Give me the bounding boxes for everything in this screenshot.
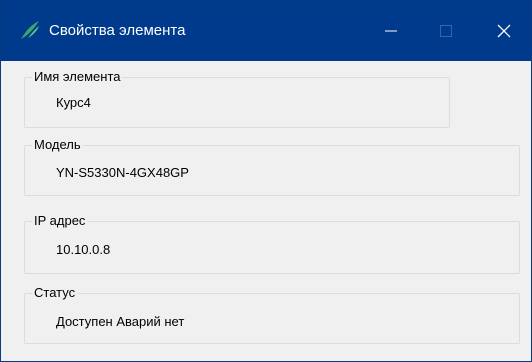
model-label: Модель xyxy=(32,137,83,153)
ip-address-label: IP адрес xyxy=(32,213,88,229)
window-title: Свойства элемента xyxy=(49,22,186,39)
feather-logo-icon xyxy=(19,19,41,41)
title-bar[interactable]: Свойства элемента xyxy=(1,1,531,61)
maximize-button[interactable] xyxy=(421,1,471,61)
status-label: Статус xyxy=(32,285,78,301)
ip-address-group: IP адрес 10.10.0.8 xyxy=(24,213,520,274)
status-value: Доступен Аварий нет xyxy=(56,314,185,329)
maximize-icon xyxy=(440,25,452,37)
close-icon xyxy=(497,24,511,38)
properties-window: Свойства элемента Имя элемента Курс4 Мод… xyxy=(0,0,532,362)
element-name-value: Курс4 xyxy=(56,95,91,110)
ip-address-value: 10.10.0.8 xyxy=(56,242,111,257)
model-value: YN-S5330N-4GX48GP xyxy=(56,165,189,180)
minimize-icon xyxy=(385,30,397,32)
element-name-label: Имя элемента xyxy=(32,69,123,85)
minimize-button[interactable] xyxy=(366,1,416,61)
close-button[interactable] xyxy=(479,1,529,61)
element-name-group: Имя элемента Курс4 xyxy=(24,69,450,128)
status-group: Статус Доступен Аварий нет xyxy=(24,285,520,344)
model-group: Модель YN-S5330N-4GX48GP xyxy=(24,137,520,196)
